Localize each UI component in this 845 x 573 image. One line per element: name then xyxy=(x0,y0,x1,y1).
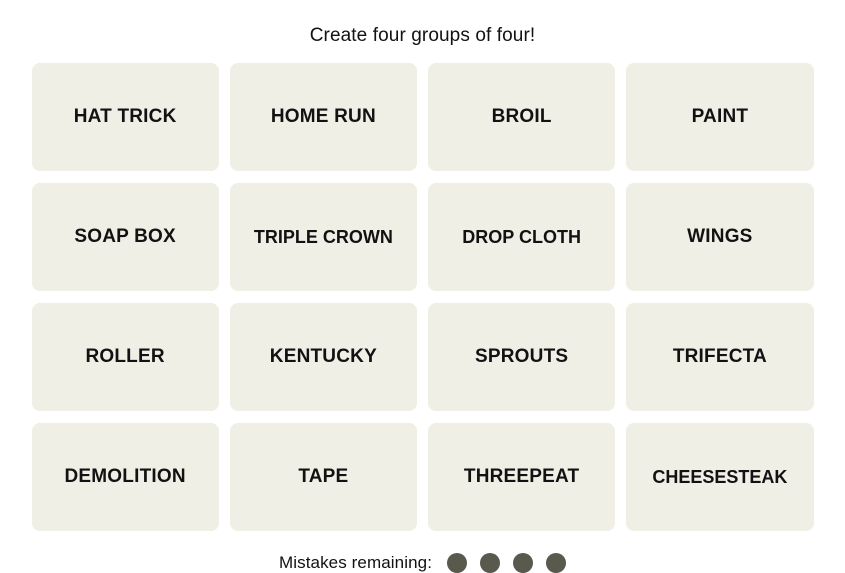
tile-label: DROP CLOTH xyxy=(462,227,581,247)
tile-trifecta[interactable]: TRIFECTA xyxy=(626,303,814,411)
mistake-dot xyxy=(513,553,534,573)
tile-label: TRIFECTA xyxy=(672,346,767,367)
tile-label: TAPE xyxy=(298,466,349,487)
tile-home-run[interactable]: HOME RUN xyxy=(229,63,417,171)
tile-sprouts[interactable]: SPROUTS xyxy=(428,303,616,411)
tile-paint[interactable]: PAINT xyxy=(626,63,814,171)
tile-label: DEMOLITION xyxy=(64,466,186,487)
mistakes-dots xyxy=(447,553,567,573)
page-title: Create four groups of four! xyxy=(309,25,536,46)
tile-label: TRIPLE CROWN xyxy=(253,227,393,247)
tile-hat-trick[interactable]: HAT TRICK xyxy=(31,63,219,171)
tile-label: HAT TRICK xyxy=(73,106,177,127)
tile-grid: HAT TRICK HOME RUN BROIL PAINT SOAP BOX … xyxy=(31,63,814,531)
tile-label: BROIL xyxy=(491,106,552,127)
mistake-dot xyxy=(546,553,567,573)
tile-drop-cloth[interactable]: DROP CLOTH xyxy=(428,183,616,291)
tile-demolition[interactable]: DEMOLITION xyxy=(31,423,219,531)
mistakes-remaining-label: Mistakes remaining: xyxy=(278,553,433,572)
tile-cheesesteak[interactable]: CHEESESTEAK xyxy=(626,423,814,531)
tile-label: KENTUCKY xyxy=(269,346,377,367)
tile-wings[interactable]: WINGS xyxy=(626,183,814,291)
tile-label: HOME RUN xyxy=(270,106,376,127)
mistake-dot xyxy=(447,553,468,573)
mistakes-footer: Mistakes remaining: xyxy=(278,553,567,573)
tile-kentucky[interactable]: KENTUCKY xyxy=(229,303,417,411)
tile-label: THREEPEAT xyxy=(463,466,580,487)
tile-label: ROLLER xyxy=(85,346,165,367)
tile-label: WINGS xyxy=(687,226,753,247)
tile-label: PAINT xyxy=(691,106,749,127)
tile-label: CHEESESTEAK xyxy=(652,467,788,487)
mistake-dot xyxy=(480,553,501,573)
tile-label: SPROUTS xyxy=(475,346,569,367)
tile-broil[interactable]: BROIL xyxy=(428,63,616,171)
tile-roller[interactable]: ROLLER xyxy=(31,303,219,411)
tile-label: SOAP BOX xyxy=(74,226,176,247)
tile-triple-crown[interactable]: TRIPLE CROWN xyxy=(229,183,417,291)
tile-soap-box[interactable]: SOAP BOX xyxy=(31,183,219,291)
tile-threepeat[interactable]: THREEPEAT xyxy=(428,423,616,531)
tile-tape[interactable]: TAPE xyxy=(229,423,417,531)
connections-game-board: Create four groups of four! HAT TRICK HO… xyxy=(0,0,845,573)
